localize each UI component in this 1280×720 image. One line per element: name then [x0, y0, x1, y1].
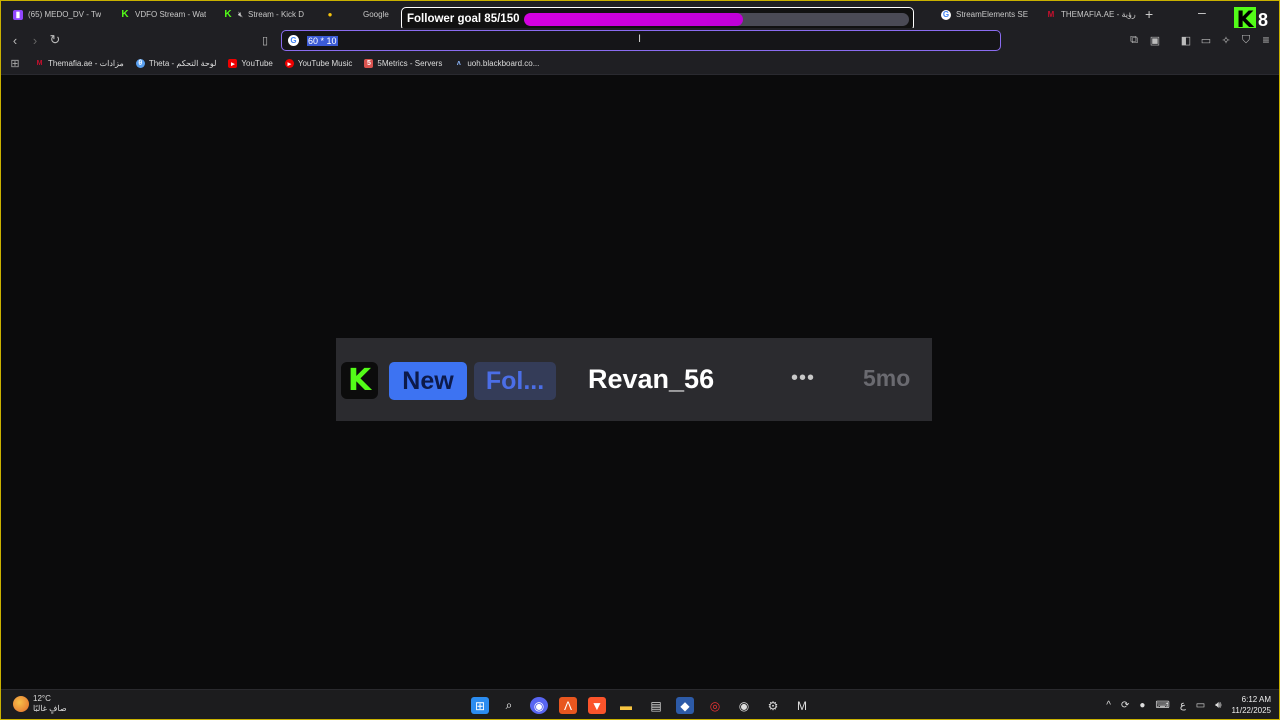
- search-icon[interactable]: ⌕: [500, 697, 518, 714]
- tab-twitch[interactable]: ▮ (65) MEDO_DV - Tw: [5, 1, 112, 28]
- goal-progress-track: [524, 12, 909, 26]
- 5metrics-icon: 5: [364, 59, 374, 68]
- muted-speaker-icon[interactable]: 🔇︎: [238, 10, 243, 20]
- tab-label: StreamElements SE: [956, 10, 1029, 19]
- chevron-up-icon[interactable]: ^: [1106, 700, 1111, 711]
- minimize-icon[interactable]: –: [1198, 4, 1206, 20]
- tab-streamelements[interactable]: G StreamElements SE: [933, 1, 1040, 28]
- tab-label: Stream - Kick D: [248, 10, 305, 19]
- obs-icon[interactable]: ◉: [735, 697, 753, 714]
- tab-label: (65) MEDO_DV - Tw: [28, 10, 102, 19]
- app-a-icon[interactable]: Λ: [559, 697, 577, 714]
- store-icon[interactable]: ▤: [647, 697, 665, 714]
- system-tray: ^ ⟳ ● ⌨ ع ▭ 🔊︎ 6:12 AM 11/22/2025: [1106, 694, 1271, 716]
- more-dots-icon: •••: [791, 367, 816, 389]
- vscode-icon[interactable]: ◆: [676, 697, 694, 714]
- tab-label: Google: [363, 10, 389, 19]
- tab-google[interactable]: Google: [355, 1, 401, 28]
- brave-icon[interactable]: ▼: [588, 697, 606, 714]
- vpn-shield-icon[interactable]: ⛉: [1238, 32, 1254, 48]
- microphone-icon[interactable]: ●: [1139, 700, 1145, 711]
- tab-vdfo-stream[interactable]: K VDFO Stream - Wat: [112, 1, 219, 28]
- network-icon[interactable]: ▭: [1196, 700, 1205, 711]
- mafia-icon: M: [36, 60, 43, 67]
- clock[interactable]: 6:12 AM 11/22/2025: [1232, 694, 1271, 716]
- goal-label: Follower goal 85/150: [407, 13, 520, 25]
- kick-icon: K: [224, 9, 232, 20]
- bookmark-label: YouTube: [241, 59, 273, 68]
- bookmark-label: Themafia.ae - مزادات: [48, 59, 124, 68]
- youtube-music-icon: ▸: [284, 59, 294, 68]
- weather-widget[interactable]: 12°C صافٍ غالبًا: [13, 694, 67, 714]
- tab-label: THEMAFIA.AE - رؤية: [1061, 10, 1136, 19]
- google-icon: G: [941, 9, 951, 20]
- kick-icon: K: [121, 9, 129, 20]
- address-input[interactable]: 60 * 10: [307, 35, 338, 46]
- bookmark-5metrics[interactable]: 5 5Metrics - Servers: [364, 59, 442, 68]
- weather-sun-icon: [13, 696, 29, 712]
- file-explorer-icon[interactable]: ▬: [617, 697, 635, 714]
- bookmark-label: YouTube Music: [297, 59, 353, 68]
- alert-username: Revan_56: [588, 364, 715, 394]
- map-pin-icon: ●: [327, 10, 333, 19]
- chrome-icon[interactable]: ◎: [706, 697, 724, 714]
- bookmark-theta[interactable]: θ Theta - لوحة التحكم: [135, 59, 217, 68]
- volume-icon[interactable]: 🔊︎: [1215, 700, 1221, 711]
- apps-grid-icon[interactable]: ⊞: [9, 58, 21, 70]
- alert-new-badge: New: [389, 362, 467, 400]
- screen: ▮ (65) MEDO_DV - Tw K VDFO Stream - Wat …: [0, 0, 1280, 720]
- sidebar-icon[interactable]: ◧: [1178, 32, 1194, 48]
- bookmark-themafia[interactable]: M Themafia.ae - مزادات: [35, 59, 124, 68]
- goal-progress-fill: [524, 12, 743, 26]
- bookmark-blackboard[interactable]: ʌ uoh.blackboard.co...: [454, 59, 540, 68]
- mafia-icon: M: [1047, 10, 1055, 19]
- tab-search-icon[interactable]: ▣: [1147, 32, 1163, 48]
- app-icon[interactable]: M: [793, 697, 811, 714]
- leo-ai-icon[interactable]: ✧: [1218, 32, 1234, 48]
- steam-icon[interactable]: ⚙: [764, 697, 782, 714]
- clock-date: 11/22/2025: [1231, 706, 1271, 715]
- tab-maps[interactable]: ●: [317, 1, 357, 28]
- new-tab-icon[interactable]: +: [1145, 6, 1153, 22]
- bookmark-label: 5Metrics - Servers: [377, 59, 443, 68]
- google-icon: G: [288, 35, 299, 46]
- menu-icon[interactable]: ≡: [1258, 32, 1274, 48]
- bookmark-youtube-music[interactable]: ▸ YouTube Music: [284, 59, 353, 68]
- reload-icon[interactable]: ↻: [47, 32, 63, 48]
- tab-kick-stream[interactable]: K 🔇︎ Stream - Kick D: [215, 1, 322, 28]
- back-icon[interactable]: ‹: [7, 32, 23, 48]
- wallet-icon[interactable]: ▭: [1198, 32, 1214, 48]
- start-icon[interactable]: ⊞: [471, 697, 489, 714]
- forward-icon[interactable]: ›: [27, 32, 43, 48]
- tab-label: VDFO Stream - Wat: [135, 10, 207, 19]
- bookmark-label: Theta - لوحة التحكم: [148, 59, 217, 68]
- language-indicator[interactable]: ع: [1180, 700, 1186, 711]
- alert-follow-badge: Fol...: [474, 362, 556, 400]
- youtube-icon: ▸: [228, 59, 238, 68]
- alert-time: 5mo: [863, 365, 911, 391]
- text-cursor-icon: I: [638, 33, 642, 45]
- kick-logo-icon: K: [341, 362, 378, 399]
- tab-themafia[interactable]: M THEMAFIA.AE - رؤية: [1038, 1, 1145, 28]
- weather-desc: صافٍ غالبًا: [33, 704, 67, 713]
- bookmark-label: uoh.blackboard.co...: [467, 59, 540, 68]
- kick-logo-letter: K: [347, 363, 372, 398]
- bookmark-icon[interactable]: ▯: [257, 32, 273, 48]
- keyboard-icon[interactable]: ⌨: [1155, 700, 1169, 711]
- page-content: K New Fol... Revan_56 ••• 5mo I: [1, 33, 1279, 689]
- theta-icon: θ: [135, 59, 145, 68]
- windows-taskbar: 12°C صافٍ غالبًا ⊞ ⌕ ◉ Λ ▼ ▬ ▤ ◆ ◎ ◉ ⚙ M…: [1, 689, 1279, 719]
- weather-temp: 12°C: [33, 694, 51, 703]
- sync-icon[interactable]: ⟳: [1121, 700, 1129, 711]
- follower-alert: K New Fol... Revan_56 ••• 5mo: [336, 338, 932, 421]
- twitch-icon: ▮: [13, 9, 23, 20]
- blackboard-icon: ʌ: [456, 60, 461, 67]
- bookmark-youtube[interactable]: ▸ YouTube: [228, 59, 273, 68]
- clock-time: 6:12 AM: [1241, 695, 1271, 704]
- bookmarks-bar: ⊞ M Themafia.ae - مزادات θ Theta - لوحة …: [1, 53, 1279, 75]
- discord-icon[interactable]: ◉: [530, 697, 548, 714]
- extensions-icon[interactable]: ⧉: [1126, 32, 1142, 48]
